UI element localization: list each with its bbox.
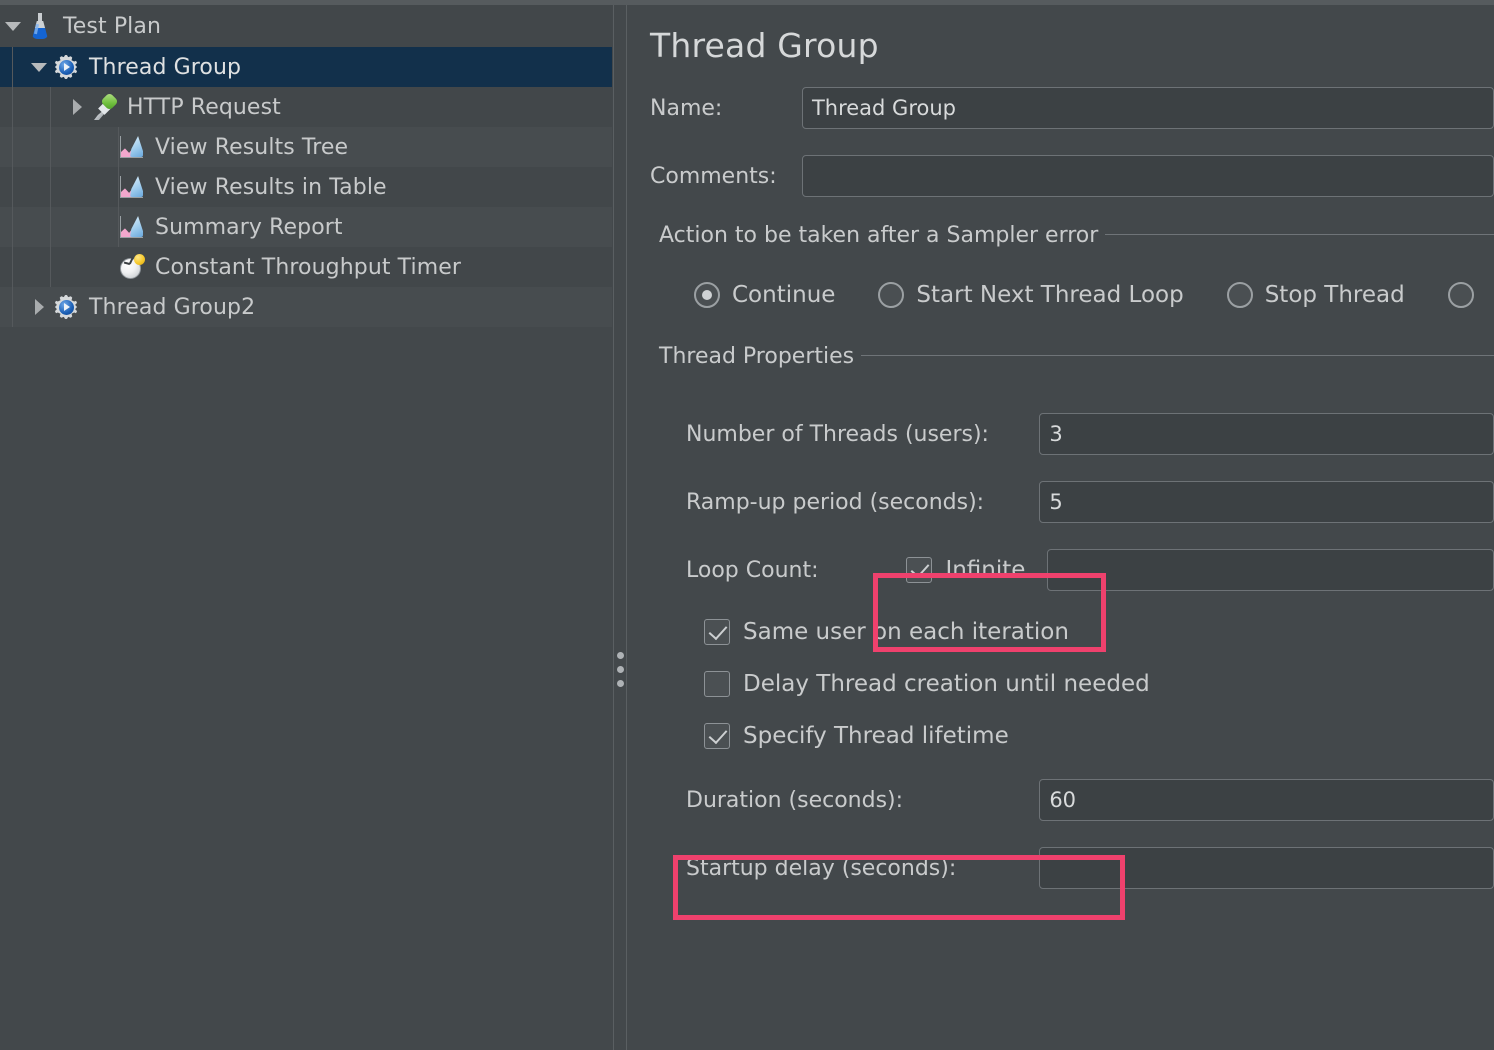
twisty-thread-group2[interactable]	[26, 287, 52, 327]
radio-circle-icon[interactable]	[1226, 282, 1253, 308]
specify-thread-lifetime-checkbox[interactable]	[704, 723, 730, 749]
tree-item-label: Summary Report	[155, 214, 343, 240]
radio-stop-test[interactable]	[1447, 282, 1486, 308]
comments-row: Comments:	[650, 155, 1494, 197]
radio-circle-icon[interactable]	[878, 282, 905, 308]
name-label: Name:	[650, 95, 723, 121]
thread-properties-group: Thread Properties	[650, 344, 1494, 369]
timer-icon	[118, 253, 146, 281]
number-of-threads-input[interactable]: 3	[1039, 413, 1494, 455]
pane-splitter[interactable]	[612, 0, 628, 1050]
sampler-error-radio-group: Continue Start Next Thread Loop Stop Thr…	[650, 282, 1494, 308]
same-user-checkbox[interactable]	[704, 619, 730, 645]
flask-icon	[26, 12, 54, 40]
sampler-error-group: Action to be taken after a Sampler error	[650, 223, 1494, 248]
splitter-grip-icon[interactable]	[617, 652, 624, 687]
startup-delay-row: Startup delay (seconds):	[650, 847, 1494, 889]
tree-item-thread-group[interactable]: Thread Group	[0, 47, 612, 87]
duration-input[interactable]: 60	[1039, 779, 1494, 821]
chart-icon	[118, 133, 146, 161]
jmeter-window: Test Plan Thread Group HTTP Request View…	[0, 0, 1494, 1050]
window-top-strip	[0, 0, 1494, 5]
tree-item-label: Test Plan	[63, 13, 162, 39]
thread-properties-caption: Thread Properties	[650, 344, 862, 369]
tree-item-view-results-in-table[interactable]: View Results in Table	[0, 167, 612, 207]
tree-item-label: HTTP Request	[127, 94, 281, 120]
radio-label: Stop Thread	[1264, 282, 1405, 308]
radio-circle-icon[interactable]	[1447, 282, 1474, 308]
loop-count-row: Loop Count: Infinite	[650, 549, 1494, 591]
gear-icon	[52, 293, 80, 321]
tree-item-thread-group2[interactable]: Thread Group2	[0, 287, 612, 327]
radio-stop-thread[interactable]: Stop Thread	[1226, 282, 1405, 308]
tree-item-http-request[interactable]: HTTP Request	[0, 87, 612, 127]
startup-delay-label: Startup delay (seconds):	[686, 855, 957, 881]
loop-infinite-label: Infinite	[945, 557, 1026, 583]
pipette-icon	[90, 92, 119, 121]
loop-count-label: Loop Count:	[686, 557, 819, 583]
number-of-threads-label: Number of Threads (users):	[686, 421, 989, 447]
duration-label: Duration (seconds):	[686, 787, 904, 813]
delay-thread-creation-checkbox[interactable]	[704, 671, 730, 697]
tree-item-summary-report[interactable]: Summary Report	[0, 207, 612, 247]
tree-item-view-results-tree[interactable]: View Results Tree	[0, 127, 612, 167]
comments-input[interactable]	[801, 155, 1494, 197]
test-plan-tree-pane[interactable]: Test Plan Thread Group HTTP Request View…	[0, 0, 612, 1050]
radio-continue[interactable]: Continue	[694, 282, 835, 308]
same-user-label: Same user on each iteration	[743, 619, 1069, 645]
comments-label: Comments:	[650, 163, 777, 189]
ramp-up-period-row: Ramp-up period (seconds): 5	[650, 481, 1494, 523]
thread-group-detail-pane: Thread Group Name: Thread Group Comments…	[628, 0, 1494, 1050]
chart-icon	[118, 173, 146, 201]
number-of-threads-row: Number of Threads (users): 3	[650, 413, 1494, 455]
name-row: Name: Thread Group	[650, 87, 1494, 129]
duration-row: Duration (seconds): 60	[650, 779, 1494, 821]
twisty-test-plan[interactable]	[0, 6, 26, 46]
radio-label: Continue	[732, 282, 836, 308]
tree-item-test-plan[interactable]: Test Plan	[0, 5, 612, 47]
specify-thread-lifetime-row[interactable]: Specify Thread lifetime	[650, 723, 1494, 749]
radio-circle-icon[interactable]	[694, 282, 720, 308]
loop-infinite-checkbox[interactable]	[906, 557, 933, 583]
gear-icon	[52, 53, 80, 81]
page-title: Thread Group	[650, 26, 879, 65]
tree-item-label: View Results Tree	[155, 134, 349, 160]
same-user-row[interactable]: Same user on each iteration	[650, 619, 1494, 645]
delay-thread-creation-label: Delay Thread creation until needed	[743, 671, 1150, 697]
ramp-up-period-label: Ramp-up period (seconds):	[686, 489, 985, 515]
sampler-error-caption: Action to be taken after a Sampler error	[650, 223, 1106, 248]
ramp-up-period-input[interactable]: 5	[1039, 481, 1494, 523]
radio-label: Start Next Thread Loop	[916, 282, 1184, 308]
chart-icon	[118, 213, 146, 241]
specify-thread-lifetime-label: Specify Thread lifetime	[743, 723, 1009, 749]
twisty-thread-group[interactable]	[26, 47, 52, 87]
tree-item-label: Constant Throughput Timer	[155, 254, 462, 280]
tree-item-label: Thread Group	[89, 54, 242, 80]
twisty-http-request[interactable]	[64, 87, 90, 127]
tree-item-label: View Results in Table	[155, 174, 387, 200]
tree-item-constant-throughput-timer[interactable]: Constant Throughput Timer	[0, 247, 612, 287]
loop-count-input[interactable]	[1047, 549, 1494, 591]
startup-delay-input[interactable]	[1039, 847, 1494, 889]
delay-thread-creation-row[interactable]: Delay Thread creation until needed	[650, 671, 1494, 697]
tree-item-label: Thread Group2	[89, 294, 256, 320]
radio-start-next-thread-loop[interactable]: Start Next Thread Loop	[878, 282, 1184, 308]
name-input[interactable]: Thread Group	[801, 87, 1494, 129]
